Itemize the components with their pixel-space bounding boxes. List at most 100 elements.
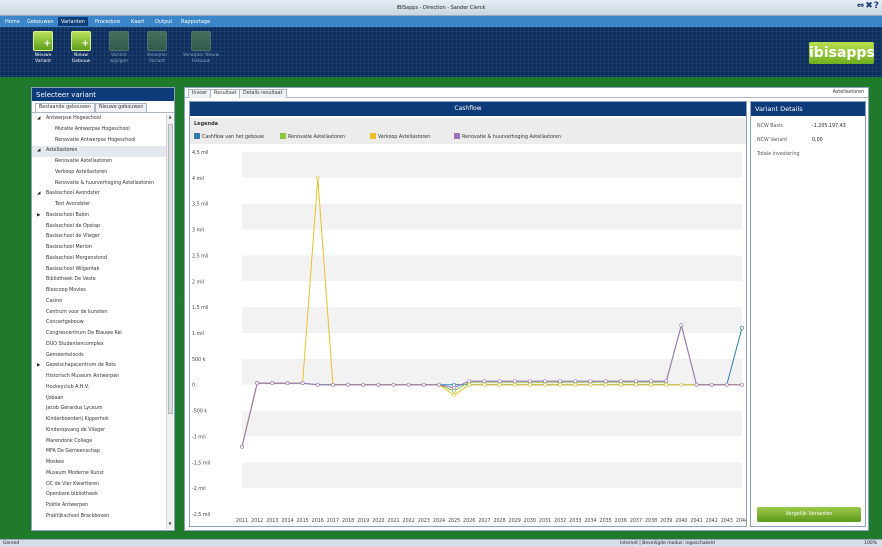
tree-building-item[interactable]: Concertgebouw bbox=[32, 318, 166, 329]
legend-label: Verkoop Astellastoren bbox=[378, 135, 431, 140]
scroll-up-icon[interactable]: ▲ bbox=[167, 114, 173, 122]
compare-variants-button[interactable]: Vergelijk Varianten bbox=[757, 507, 861, 522]
delete-variant-button[interactable]: Verwijder Variant bbox=[140, 31, 174, 73]
collapse-icon[interactable]: ◢ bbox=[37, 114, 40, 125]
tree-building-item[interactable]: Praktijkschool Brackboven bbox=[32, 512, 166, 523]
status-bar: Gereed Internet | Beveiligde modus: inge… bbox=[0, 539, 882, 547]
x-tick-label: 2011 bbox=[236, 518, 248, 524]
legend-item-cashflow[interactable]: Cashflow van het gebouw bbox=[194, 133, 264, 140]
tree-building-item[interactable]: Basisschool de Opstap bbox=[32, 222, 166, 233]
window-controls[interactable]: ⇔✖? bbox=[857, 1, 880, 11]
data-point bbox=[588, 382, 593, 387]
delete-new-building-button[interactable]: Verwijder Nieuw Gebouw bbox=[178, 31, 224, 73]
tree-building-item[interactable]: Casino bbox=[32, 297, 166, 308]
menu-item-varianten[interactable]: Varianten bbox=[58, 17, 88, 26]
tree-building-item[interactable]: ◢ Antwerpse Hogeschool bbox=[32, 114, 166, 125]
collapse-icon[interactable]: ◢ bbox=[37, 146, 40, 157]
tree-scrollbar[interactable]: ▲ ▼ bbox=[166, 114, 173, 529]
splitter-grip[interactable]: ⋮ bbox=[177, 300, 182, 320]
tree-building-item[interactable]: Basisschool de Vlieger bbox=[32, 232, 166, 243]
tree-building-item[interactable]: MFA De Gemeenschap bbox=[32, 447, 166, 458]
total-investment-label: Totale investering bbox=[757, 152, 800, 157]
data-point bbox=[452, 393, 457, 397]
legend-item-renovatie-huurverhoging[interactable]: Renovatie & huurverhoging Astellastoren bbox=[454, 133, 561, 140]
tab-resultaat[interactable]: Resultaat bbox=[210, 89, 241, 98]
tab-new-buildings[interactable]: Nieuwe gebouwen bbox=[95, 103, 148, 112]
tree-building-item[interactable]: Historisch Museum Antwerpen bbox=[32, 372, 166, 383]
tree-item-label: Museum Moderne Kunst bbox=[46, 470, 104, 476]
chart-title: Cashflow bbox=[190, 102, 746, 116]
tree-variant-item[interactable]: Renovatie Astellastoren bbox=[32, 157, 166, 168]
data-point bbox=[497, 379, 502, 383]
zoom-level[interactable]: 100% bbox=[864, 541, 877, 546]
tab-details-resultaat[interactable]: Details resultaat bbox=[239, 89, 287, 98]
data-point bbox=[588, 379, 593, 383]
tree-building-item[interactable]: Jacob Gerardus Lyceum bbox=[32, 404, 166, 415]
expand-icon[interactable]: ▶ bbox=[37, 211, 40, 222]
tree-building-item[interactable]: ▶ Basisschool Balon bbox=[32, 211, 166, 222]
tree-building-item[interactable]: Congrescentrum De Blauwe Kei bbox=[32, 329, 166, 340]
tree-building-item[interactable]: OC de Vier Kwartieren bbox=[32, 480, 166, 491]
tree-building-item[interactable]: Centrum voor de kunsten bbox=[32, 308, 166, 319]
tree-building-item[interactable]: Bioscoop Movies bbox=[32, 286, 166, 297]
menu-item-kaart[interactable]: Kaart bbox=[128, 17, 147, 26]
tree-building-item[interactable]: Basisschool Merlon bbox=[32, 243, 166, 254]
collapse-icon[interactable]: ◢ bbox=[37, 189, 40, 200]
result-tabs: Invoer Resultaat Details resultaat Astel… bbox=[185, 88, 868, 98]
tree-building-item[interactable]: Openbare bibliotheek bbox=[32, 490, 166, 501]
tree-variant-item[interactable]: Test Avondster bbox=[32, 200, 166, 211]
x-tick-label: 2018 bbox=[342, 518, 354, 524]
scroll-thumb[interactable] bbox=[168, 124, 173, 414]
tree-building-item[interactable]: Kinderopvang de Vlieger bbox=[32, 426, 166, 437]
expand-icon[interactable]: ▶ bbox=[37, 361, 40, 372]
tree-building-item[interactable]: Marendonk College bbox=[32, 437, 166, 448]
data-point bbox=[482, 382, 487, 387]
scroll-down-icon[interactable]: ▼ bbox=[167, 521, 173, 529]
x-tick-label: 2023 bbox=[418, 518, 430, 524]
tree-variant-item[interactable]: Renovatie & huurverhoging Astellastoren bbox=[32, 179, 166, 190]
data-point bbox=[482, 379, 487, 383]
tree-building-item[interactable]: ▶ Gezelschapscentrum de Rots bbox=[32, 361, 166, 372]
grid-band bbox=[242, 255, 742, 282]
tree-building-item[interactable]: Basisschool Morgenstond bbox=[32, 254, 166, 265]
ibisapps-logo: ibisapps bbox=[809, 42, 875, 64]
y-tick-label: 4 mil bbox=[192, 176, 204, 182]
data-point bbox=[634, 379, 638, 383]
tree-item-label: Concertgebouw bbox=[46, 320, 84, 326]
new-building-button[interactable]: + Nieuw Gebouw bbox=[64, 31, 98, 73]
tree-item-label: Kinderopvang de Vlieger bbox=[46, 427, 106, 433]
tree-building-item[interactable]: Moskee bbox=[32, 458, 166, 469]
menu-item-procedure[interactable]: Procedure bbox=[92, 17, 123, 26]
menu-item-gebouwen[interactable]: Gebouwen bbox=[24, 17, 57, 26]
data-point bbox=[346, 382, 350, 387]
tree-variant-item[interactable]: Mutatie Antwerpse Hogeschool bbox=[32, 125, 166, 136]
menu-item-output[interactable]: Output bbox=[152, 17, 175, 26]
variant-selector-panel: Selecteer variant Bestaande gebouwen Nieu… bbox=[31, 87, 175, 531]
menu-item-home[interactable]: Home bbox=[2, 17, 23, 26]
tree-building-item[interactable]: ◢ Astellastoren bbox=[32, 146, 166, 157]
legend-item-verkoop[interactable]: Verkoop Astellastoren bbox=[370, 133, 430, 140]
tree-building-item[interactable]: Basisschool Wilgentak bbox=[32, 265, 166, 276]
tab-existing-buildings[interactable]: Bestaande gebouwen bbox=[35, 103, 95, 112]
x-tick-label: 2013 bbox=[266, 518, 278, 524]
tree-item-label: Casino bbox=[46, 298, 63, 304]
menu-item-rapportage[interactable]: Rapportage bbox=[178, 17, 213, 26]
tree-building-item[interactable]: Kinderboerderij Kipperhok bbox=[32, 415, 166, 426]
edit-variant-button[interactable]: Variant wijzigen bbox=[102, 31, 136, 73]
tree-building-item[interactable]: Bibliotheek De Veste bbox=[32, 275, 166, 286]
tree-variant-item[interactable]: Renovatie Antwerpse Hogeschool bbox=[32, 136, 166, 147]
tree-building-item[interactable]: IJsbaan bbox=[32, 394, 166, 405]
tree-variant-item[interactable]: Verkoop Astellastoren bbox=[32, 168, 166, 179]
new-variant-button[interactable]: + Nieuwe Variant bbox=[26, 31, 60, 73]
y-tick-label: 2,5 mil bbox=[192, 253, 209, 259]
tree-building-item[interactable]: Hockeyclub A.H.V. bbox=[32, 383, 166, 394]
tree-building-item[interactable]: DUO Studentencomplex bbox=[32, 340, 166, 351]
tree-building-item[interactable]: Politie Antwerpen bbox=[32, 501, 166, 512]
tree-building-item[interactable]: Gemeentelocds bbox=[32, 351, 166, 362]
tree-item-label: Bibliotheek De Veste bbox=[46, 277, 96, 283]
legend-item-renovatie[interactable]: Renovatie Astellastoren bbox=[280, 133, 345, 140]
tree-building-item[interactable]: Museum Moderne Kunst bbox=[32, 469, 166, 480]
tree-building-item[interactable]: ◢ Basisschool Avondster bbox=[32, 189, 166, 200]
tab-invoer[interactable]: Invoer bbox=[188, 89, 212, 98]
tree-item-label: Basisschool de Opstap bbox=[46, 223, 101, 229]
